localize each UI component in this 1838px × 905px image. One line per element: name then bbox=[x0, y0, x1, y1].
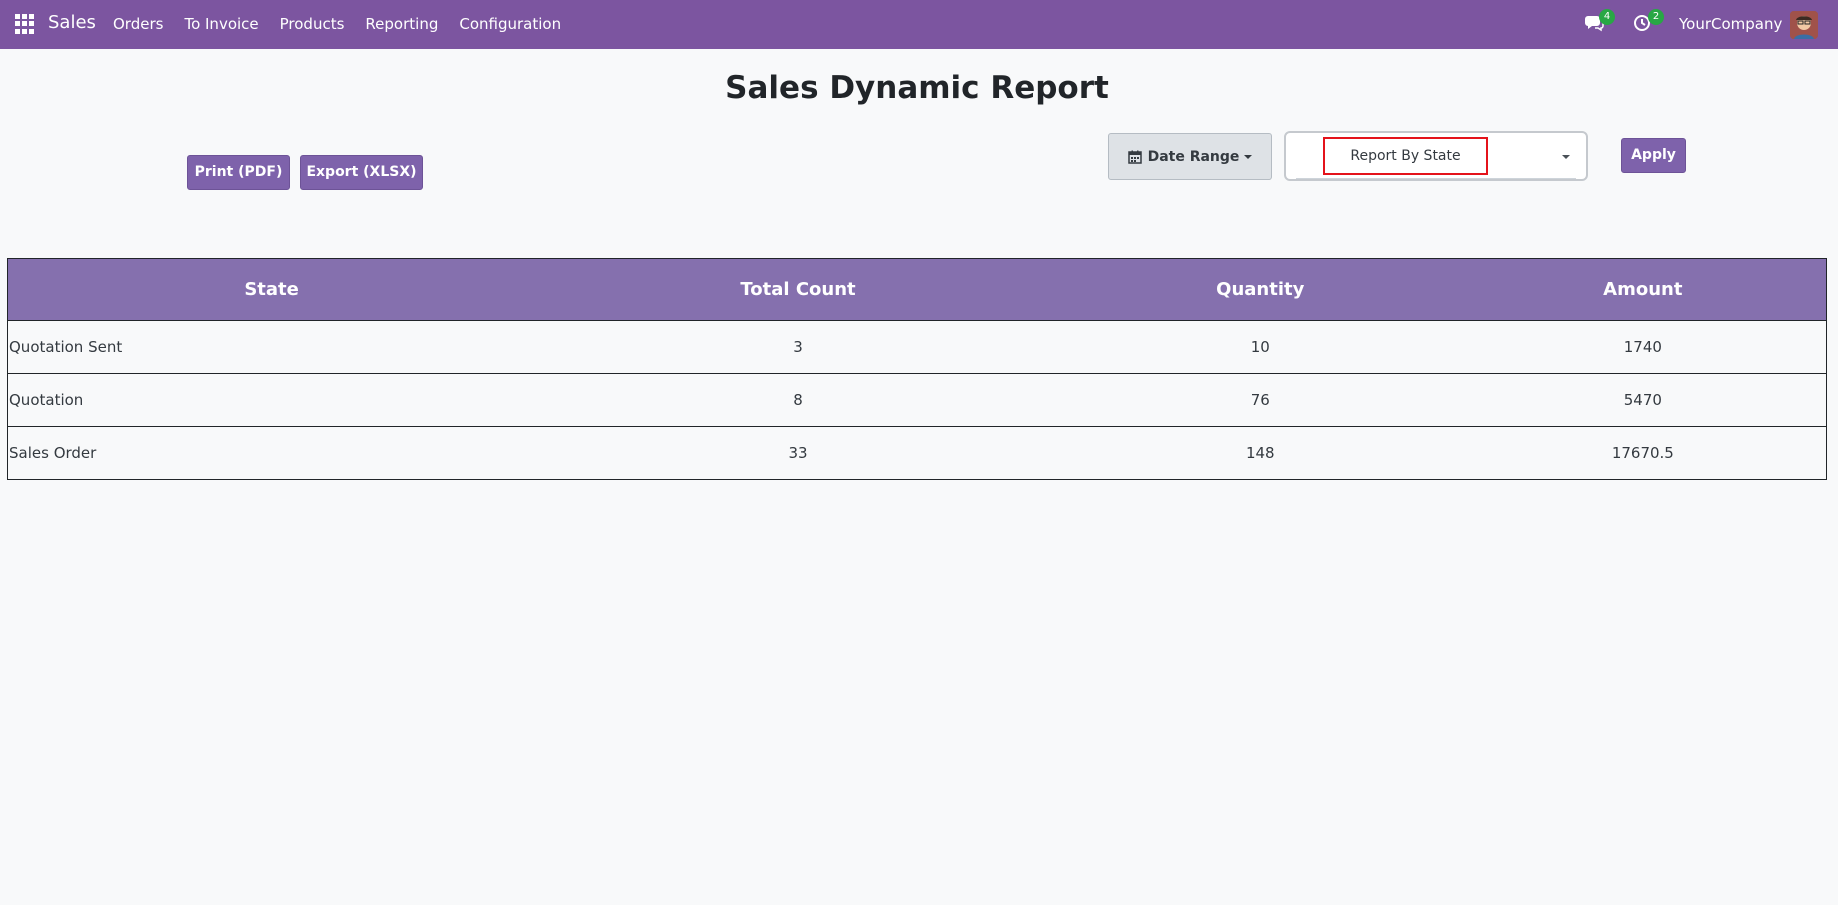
menu-reporting[interactable]: Reporting bbox=[365, 15, 438, 33]
menu-products[interactable]: Products bbox=[280, 15, 345, 33]
cell-quantity: 76 bbox=[1060, 373, 1460, 427]
export-xlsx-button[interactable]: Export (XLSX) bbox=[300, 155, 423, 190]
table-row: Quotation Sent 3 10 1740 bbox=[7, 320, 1827, 374]
cell-state: Quotation Sent bbox=[7, 320, 536, 374]
apply-button[interactable]: Apply bbox=[1621, 138, 1686, 173]
cell-total-count: 3 bbox=[535, 320, 1061, 374]
column-header-total-count: Total Count bbox=[535, 258, 1061, 321]
chevron-down-icon[interactable] bbox=[1562, 155, 1570, 159]
report-table: State Total Count Quantity Amount Quotat… bbox=[7, 258, 1827, 480]
cell-quantity: 10 bbox=[1060, 320, 1460, 374]
print-pdf-button[interactable]: Print (PDF) bbox=[187, 155, 290, 190]
table-header-row: State Total Count Quantity Amount bbox=[7, 258, 1827, 321]
calendar-icon bbox=[1127, 150, 1142, 164]
cell-total-count: 8 bbox=[535, 373, 1061, 427]
main-menu: Orders To Invoice Products Reporting Con… bbox=[113, 15, 582, 33]
cell-state: Quotation bbox=[7, 373, 536, 427]
app-brand[interactable]: Sales bbox=[48, 12, 96, 33]
menu-to-invoice[interactable]: To Invoice bbox=[184, 15, 258, 33]
cell-amount: 1740 bbox=[1459, 320, 1827, 374]
user-avatar-icon bbox=[1790, 11, 1818, 39]
column-header-amount: Amount bbox=[1459, 258, 1827, 321]
company-switcher[interactable]: YourCompany bbox=[1679, 15, 1782, 33]
date-range-button[interactable]: Date Range bbox=[1108, 133, 1272, 180]
avatar[interactable] bbox=[1790, 11, 1818, 39]
messages-badge: 4 bbox=[1599, 9, 1615, 25]
select-underline bbox=[1296, 178, 1576, 179]
menu-orders[interactable]: Orders bbox=[113, 15, 163, 33]
table-row: Quotation 8 76 5470 bbox=[7, 373, 1827, 427]
column-header-quantity: Quantity bbox=[1060, 258, 1460, 321]
activity-badge: 2 bbox=[1648, 9, 1664, 25]
column-header-state: State bbox=[7, 258, 536, 321]
top-navbar: Sales Orders To Invoice Products Reporti… bbox=[0, 0, 1838, 49]
table-row: Sales Order 33 148 17670.5 bbox=[7, 426, 1827, 480]
messages-button[interactable]: 4 bbox=[1584, 9, 1615, 34]
cell-amount: 5470 bbox=[1459, 373, 1827, 427]
cell-total-count: 33 bbox=[535, 426, 1061, 480]
report-type-value: Report By State bbox=[1350, 148, 1461, 164]
page-title: Sales Dynamic Report bbox=[725, 70, 1109, 106]
cell-quantity: 148 bbox=[1060, 426, 1460, 480]
grid-icon[interactable] bbox=[15, 14, 35, 34]
activity-button[interactable]: 2 bbox=[1633, 9, 1664, 34]
cell-amount: 17670.5 bbox=[1459, 426, 1827, 480]
cell-state: Sales Order bbox=[7, 426, 536, 480]
caret-down-icon bbox=[1244, 154, 1253, 159]
date-range-label: Date Range bbox=[1147, 148, 1240, 165]
report-type-select[interactable]: Report By State bbox=[1284, 131, 1588, 181]
menu-configuration[interactable]: Configuration bbox=[459, 15, 561, 33]
